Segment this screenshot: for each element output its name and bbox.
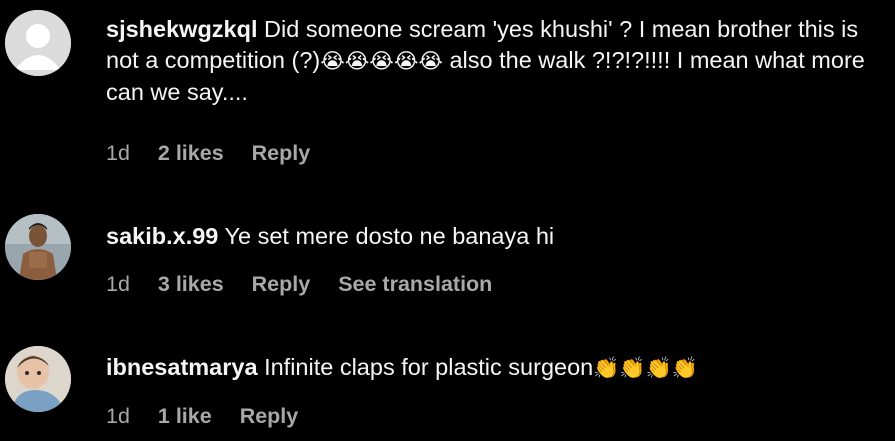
reply-button[interactable]: Reply xyxy=(240,404,299,428)
user-avatar[interactable] xyxy=(5,346,71,412)
comment-body: Infinite claps for plastic surgeon xyxy=(264,354,594,380)
likes-count[interactable]: 3 likes xyxy=(158,272,224,296)
comment-meta: 1d 3 likes Reply See translation xyxy=(106,271,514,297)
username[interactable]: ibnesatmarya xyxy=(106,354,258,380)
clapping-hands-emoji-icon: 👏👏👏👏 xyxy=(593,356,698,380)
reply-button[interactable]: Reply xyxy=(252,272,311,296)
username[interactable]: sakib.x.99 xyxy=(106,223,218,249)
likes-count[interactable]: 2 likes xyxy=(158,141,224,165)
reply-button[interactable]: Reply xyxy=(252,141,311,165)
user-avatar[interactable] xyxy=(5,214,71,280)
user-avatar[interactable] xyxy=(5,10,71,76)
see-translation-button[interactable]: See translation xyxy=(338,272,492,296)
comment-text: sjshekwgzkql Did someone scream 'yes khu… xyxy=(106,14,881,108)
username[interactable]: sjshekwgzkql xyxy=(106,16,258,42)
comment-meta: 1d 2 likes Reply xyxy=(106,140,332,166)
comment-meta: 1d 1 like Reply xyxy=(106,403,320,429)
comment-body: Ye set mere dosto ne banaya hi xyxy=(224,223,555,249)
crying-emoji-icon: 😭😭😭😭😭 xyxy=(320,49,443,73)
timestamp[interactable]: 1d xyxy=(106,141,130,165)
timestamp[interactable]: 1d xyxy=(106,404,130,428)
default-avatar-icon xyxy=(5,10,71,76)
profile-photo xyxy=(5,214,71,280)
profile-photo xyxy=(5,346,71,412)
timestamp[interactable]: 1d xyxy=(106,272,130,296)
likes-count[interactable]: 1 like xyxy=(158,404,212,428)
comment-text: ibnesatmarya Infinite claps for plastic … xyxy=(106,352,881,384)
comment-text: sakib.x.99 Ye set mere dosto ne banaya h… xyxy=(106,221,881,252)
